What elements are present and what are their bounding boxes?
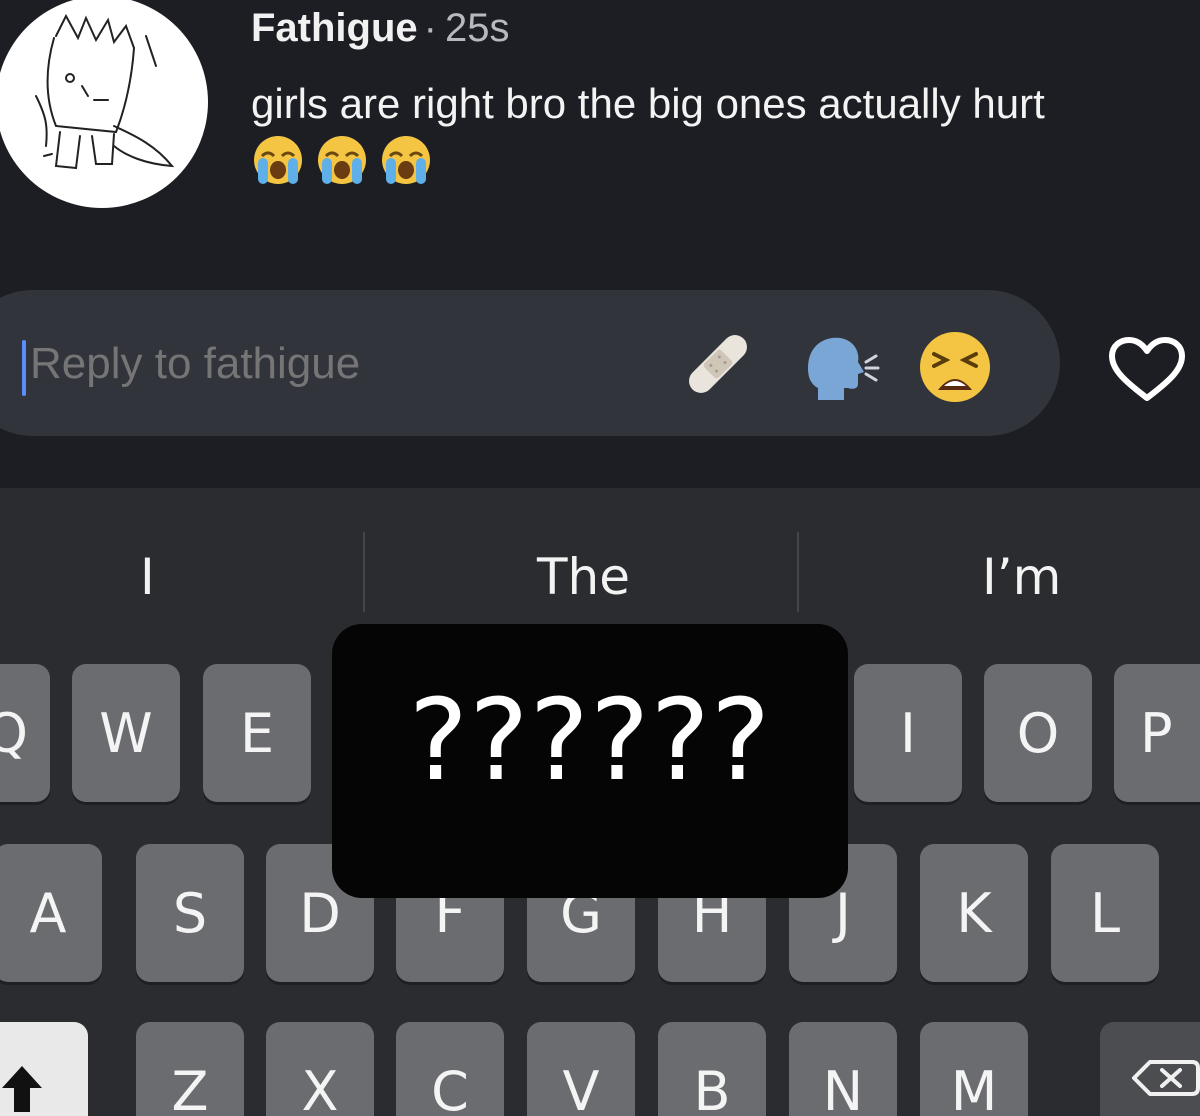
screen: Fathigue · 25s girls are right bro the big… (0, 0, 1200, 1116)
key-q[interactable]: Q (0, 664, 50, 802)
suggestion-divider (797, 532, 799, 612)
comment-timestamp: 25s (445, 6, 510, 50)
key-k[interactable]: K (920, 844, 1028, 982)
suggestion-the[interactable]: The (537, 548, 630, 606)
key-m[interactable]: M (920, 1022, 1028, 1116)
adhesive-bandage-icon[interactable] (680, 326, 756, 402)
key-e[interactable]: E (203, 664, 311, 802)
key-c[interactable]: C (396, 1022, 504, 1116)
comment-header: Fathigue · 25s (251, 6, 510, 51)
suggestion-im[interactable]: I’m (982, 548, 1061, 606)
loudly-crying-face-icon (382, 136, 430, 184)
tired-face-icon[interactable] (918, 330, 992, 404)
censor-overlay-text: ?????? (408, 676, 772, 806)
key-delete[interactable] (1100, 1022, 1200, 1116)
text-cursor (22, 340, 26, 396)
loudly-crying-face-icon (318, 136, 366, 184)
key-a[interactable]: A (0, 844, 102, 982)
key-n[interactable]: N (789, 1022, 897, 1116)
key-z[interactable]: Z (136, 1022, 244, 1116)
reply-input[interactable] (30, 334, 630, 394)
heart-outline-icon[interactable] (1106, 334, 1188, 404)
key-i[interactable]: I (854, 664, 962, 802)
suggestion-i[interactable]: I (140, 548, 155, 606)
comment-emoji-row (252, 134, 432, 186)
delete-backspace-icon (1132, 1060, 1200, 1096)
suggestion-divider (363, 532, 365, 612)
shift-arrow-icon (2, 1066, 42, 1112)
key-l[interactable]: L (1051, 844, 1159, 982)
key-x[interactable]: X (266, 1022, 374, 1116)
key-s[interactable]: S (136, 844, 244, 982)
speaking-head-icon[interactable] (800, 332, 882, 402)
key-o[interactable]: O (984, 664, 1092, 802)
loudly-crying-face-icon (254, 136, 302, 184)
comment-separator: · (423, 6, 437, 50)
key-p[interactable]: P (1114, 664, 1200, 802)
avatar[interactable] (0, 0, 208, 208)
key-shift[interactable] (0, 1022, 88, 1116)
sketch-avatar-icon (35, 13, 175, 170)
key-w[interactable]: W (72, 664, 180, 802)
comment-author-name[interactable]: Fathigue (251, 6, 418, 50)
key-v[interactable]: V (527, 1022, 635, 1116)
key-b[interactable]: B (658, 1022, 766, 1116)
comment-text: girls are right bro the big ones actuall… (251, 80, 1045, 127)
